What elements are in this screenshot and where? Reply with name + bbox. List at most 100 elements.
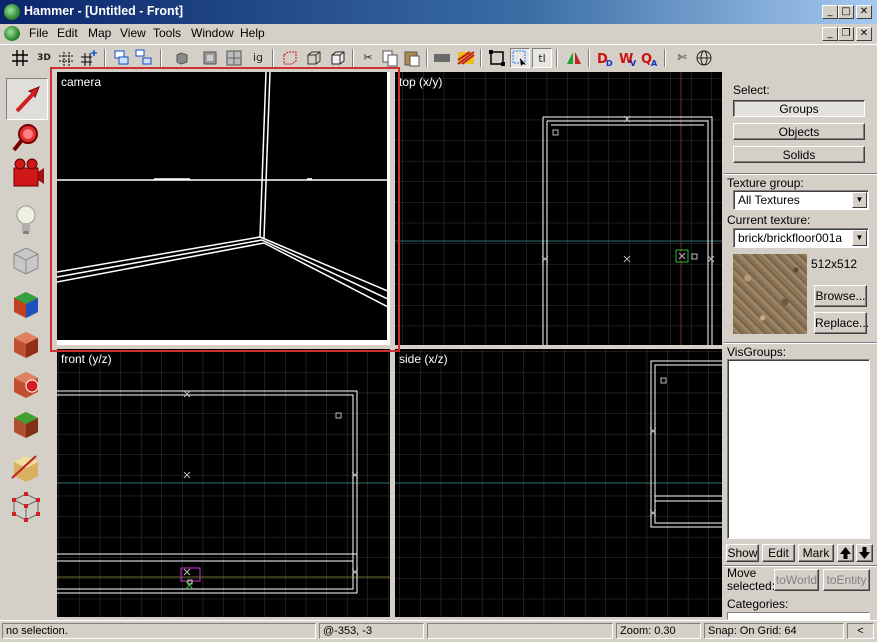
selection-box-icon[interactable] <box>487 48 507 68</box>
menu-file[interactable]: File <box>29 26 48 40</box>
status-zoom: Zoom: 0.30 <box>616 623 701 639</box>
title-bar: Hammer - [Untitled - Front] _ □ ✕ <box>0 0 877 24</box>
copy-icon[interactable] <box>380 48 400 68</box>
apply-texture-tool-icon[interactable] <box>6 324 46 364</box>
move-selected-label: Move selected: <box>727 567 775 593</box>
minimize-button[interactable]: _ <box>822 5 838 19</box>
texture-application-icon[interactable] <box>456 48 476 68</box>
top-viewport[interactable]: top (x/y) <box>395 72 722 345</box>
menu-edit[interactable]: Edit <box>57 26 78 40</box>
categories-label: Categories: <box>727 597 789 611</box>
dotted-grid-icon[interactable] <box>56 48 76 68</box>
apply-overlay-tool-icon[interactable] <box>6 404 46 444</box>
arrow-up-icon[interactable] <box>837 544 854 562</box>
cut-icon[interactable]: ✂ <box>358 48 378 68</box>
visgroups-show-button[interactable]: Show <box>726 544 759 562</box>
hide-items-icon[interactable] <box>172 48 192 68</box>
texture-group-label: Texture group: <box>727 176 804 190</box>
flip-icon[interactable] <box>564 48 584 68</box>
status-info <box>427 623 613 639</box>
move-selected-line2: selected: <box>727 579 776 593</box>
browse-button[interactable]: Browse... <box>814 285 867 307</box>
select-by-handles-icon[interactable] <box>510 48 530 68</box>
group-icon[interactable] <box>112 48 132 68</box>
entity-tool-icon[interactable] <box>6 200 46 240</box>
replace-button[interactable]: Replace... <box>814 312 869 334</box>
tool-palette <box>0 72 55 620</box>
texture-group-value: All Textures <box>738 193 800 207</box>
side-viewport[interactable]: side (x/z) <box>395 349 722 617</box>
ungroup-icon[interactable] <box>134 48 154 68</box>
side-viewport-label: side (x/z) <box>399 352 448 366</box>
texture-size: 512x512 <box>811 257 858 271</box>
svg-text:D: D <box>606 59 613 68</box>
close-button[interactable]: ✕ <box>856 5 872 19</box>
svg-text:V: V <box>630 59 637 68</box>
status-scroll-left-icon[interactable]: < <box>847 623 874 639</box>
toggle-texture-tool-icon[interactable] <box>6 284 46 324</box>
hollow-icon[interactable] <box>280 48 300 68</box>
menu-map[interactable]: Map <box>88 26 111 40</box>
texture-lock-icon[interactable]: tl <box>532 48 552 68</box>
3d-grid-icon[interactable]: 3D <box>34 48 54 68</box>
visgroups-edit-button[interactable]: Edit <box>762 544 795 562</box>
menu-window[interactable]: Window <box>191 26 234 40</box>
visgroups-mark-button[interactable]: Mark <box>798 544 834 562</box>
select-label: Select: <box>733 83 770 97</box>
categories-list[interactable] <box>727 612 870 620</box>
status-selection: no selection. <box>2 623 316 639</box>
to-entity-button[interactable]: toEntity <box>823 569 870 591</box>
ignore-groups-icon[interactable]: ig <box>248 48 268 68</box>
status-coordinates: @-353, -3 <box>319 623 424 639</box>
check-problems-icon[interactable]: DD <box>596 48 616 68</box>
block-tool-icon[interactable] <box>6 240 46 280</box>
menu-tools[interactable]: Tools <box>153 26 181 40</box>
chevron-down-icon[interactable]: ▼ <box>852 230 867 246</box>
texture-preview <box>733 254 807 334</box>
front-viewport[interactable]: front (y/z) <box>57 349 390 617</box>
svg-text:A: A <box>651 59 658 68</box>
status-snap: Snap: On Grid: 64 <box>704 623 844 639</box>
select-solids-button[interactable]: Solids <box>733 146 865 163</box>
tie-to-entity-icon[interactable] <box>304 48 324 68</box>
map-properties-icon[interactable]: QA <box>640 48 660 68</box>
chevron-down-icon[interactable]: ▼ <box>852 192 867 208</box>
arrow-down-icon[interactable] <box>856 544 873 562</box>
window-title: Hammer - [Untitled - Front] <box>24 4 184 18</box>
current-texture-label: Current texture: <box>727 213 811 227</box>
select-groups-button[interactable]: Groups <box>733 100 865 117</box>
top-viewport-label: top (x/y) <box>399 75 443 89</box>
run-map-icon[interactable]: WV <box>618 48 638 68</box>
carve-icon[interactable] <box>224 48 244 68</box>
current-texture-value: brick/brickfloor001a <box>738 231 843 245</box>
select-objects-button[interactable]: Objects <box>733 123 865 140</box>
document-icon[interactable] <box>4 26 20 41</box>
menu-bar: File Edit Map View Tools Window Help _ ❐… <box>0 24 877 43</box>
child-close-button[interactable]: ✕ <box>856 27 872 41</box>
object-properties-panel: Select: Groups Objects Solids Texture gr… <box>724 72 877 620</box>
menu-help[interactable]: Help <box>240 26 265 40</box>
child-restore-button[interactable]: ❐ <box>838 27 854 41</box>
menu-view[interactable]: View <box>120 26 146 40</box>
camera-tool-icon[interactable] <box>6 156 46 196</box>
texture-group-select[interactable]: All Textures ▼ <box>733 190 869 210</box>
apply-decal-tool-icon[interactable] <box>6 364 46 404</box>
clipping-tool-icon[interactable] <box>6 448 46 488</box>
scissors-clip-icon[interactable]: ✄ <box>672 48 692 68</box>
paste-icon[interactable] <box>402 48 422 68</box>
grid-plus-icon[interactable] <box>78 48 98 68</box>
magnify-tool-icon[interactable] <box>6 118 46 158</box>
texture-lock-solid-icon[interactable] <box>432 48 452 68</box>
current-texture-select[interactable]: brick/brickfloor001a ▼ <box>733 228 869 248</box>
to-world-button[interactable]: toWorld <box>774 569 819 591</box>
move-to-world-icon[interactable] <box>328 48 348 68</box>
globe-icon[interactable] <box>694 48 714 68</box>
maximize-button[interactable]: □ <box>838 5 854 19</box>
hammer-app-icon <box>4 4 20 20</box>
show-hidden-icon[interactable] <box>200 48 220 68</box>
visgroups-list[interactable] <box>727 359 870 539</box>
selection-tool-icon[interactable] <box>6 78 48 120</box>
child-minimize-button[interactable]: _ <box>822 27 838 41</box>
vertex-tool-icon[interactable] <box>6 486 46 526</box>
grid-toggle-icon[interactable] <box>10 48 30 68</box>
